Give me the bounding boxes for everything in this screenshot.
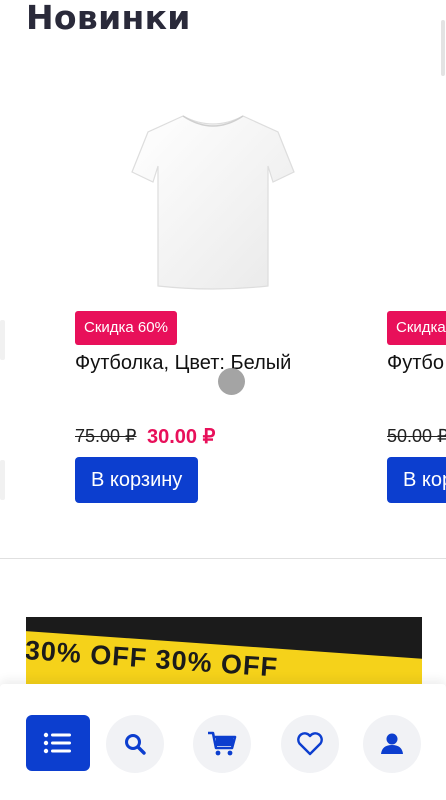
- new-price: 30.00 ₽: [147, 426, 216, 448]
- catalog-list-icon: [43, 732, 71, 754]
- cart-button[interactable]: [193, 715, 251, 773]
- user-icon: [381, 733, 403, 754]
- prev-slide-edge: [0, 460, 5, 500]
- product-name[interactable]: Футболка, Цвет: Белый: [75, 352, 291, 375]
- discount-badge: Скидка: [387, 311, 446, 345]
- product-name[interactable]: Футбо: [387, 352, 444, 375]
- discount-badge: Скидка 60%: [75, 311, 177, 345]
- section-title: Новинки: [26, 0, 191, 37]
- old-price: 75.00 ₽: [75, 426, 137, 446]
- product-carousel[interactable]: Скидка 60% Футболка, Цвет: Белый 75.00 ₽…: [0, 80, 446, 540]
- favorites-button[interactable]: [281, 715, 339, 773]
- old-price: 50.00 ₽: [387, 426, 446, 446]
- add-to-cart-button[interactable]: В кор: [387, 457, 446, 503]
- search-button[interactable]: [106, 715, 164, 773]
- prev-slide-edge: [0, 320, 5, 360]
- add-to-cart-button[interactable]: В корзину: [75, 457, 199, 503]
- section-divider: [0, 558, 446, 559]
- catalog-button[interactable]: [26, 715, 90, 771]
- heart-icon: [297, 732, 323, 756]
- search-icon: [125, 734, 146, 755]
- profile-button[interactable]: [363, 715, 421, 773]
- touch-indicator: [218, 368, 245, 395]
- bottom-nav: [0, 684, 446, 800]
- product-image[interactable]: [128, 110, 298, 292]
- scrollbar-thumb[interactable]: [441, 20, 445, 76]
- cart-icon: [208, 731, 237, 756]
